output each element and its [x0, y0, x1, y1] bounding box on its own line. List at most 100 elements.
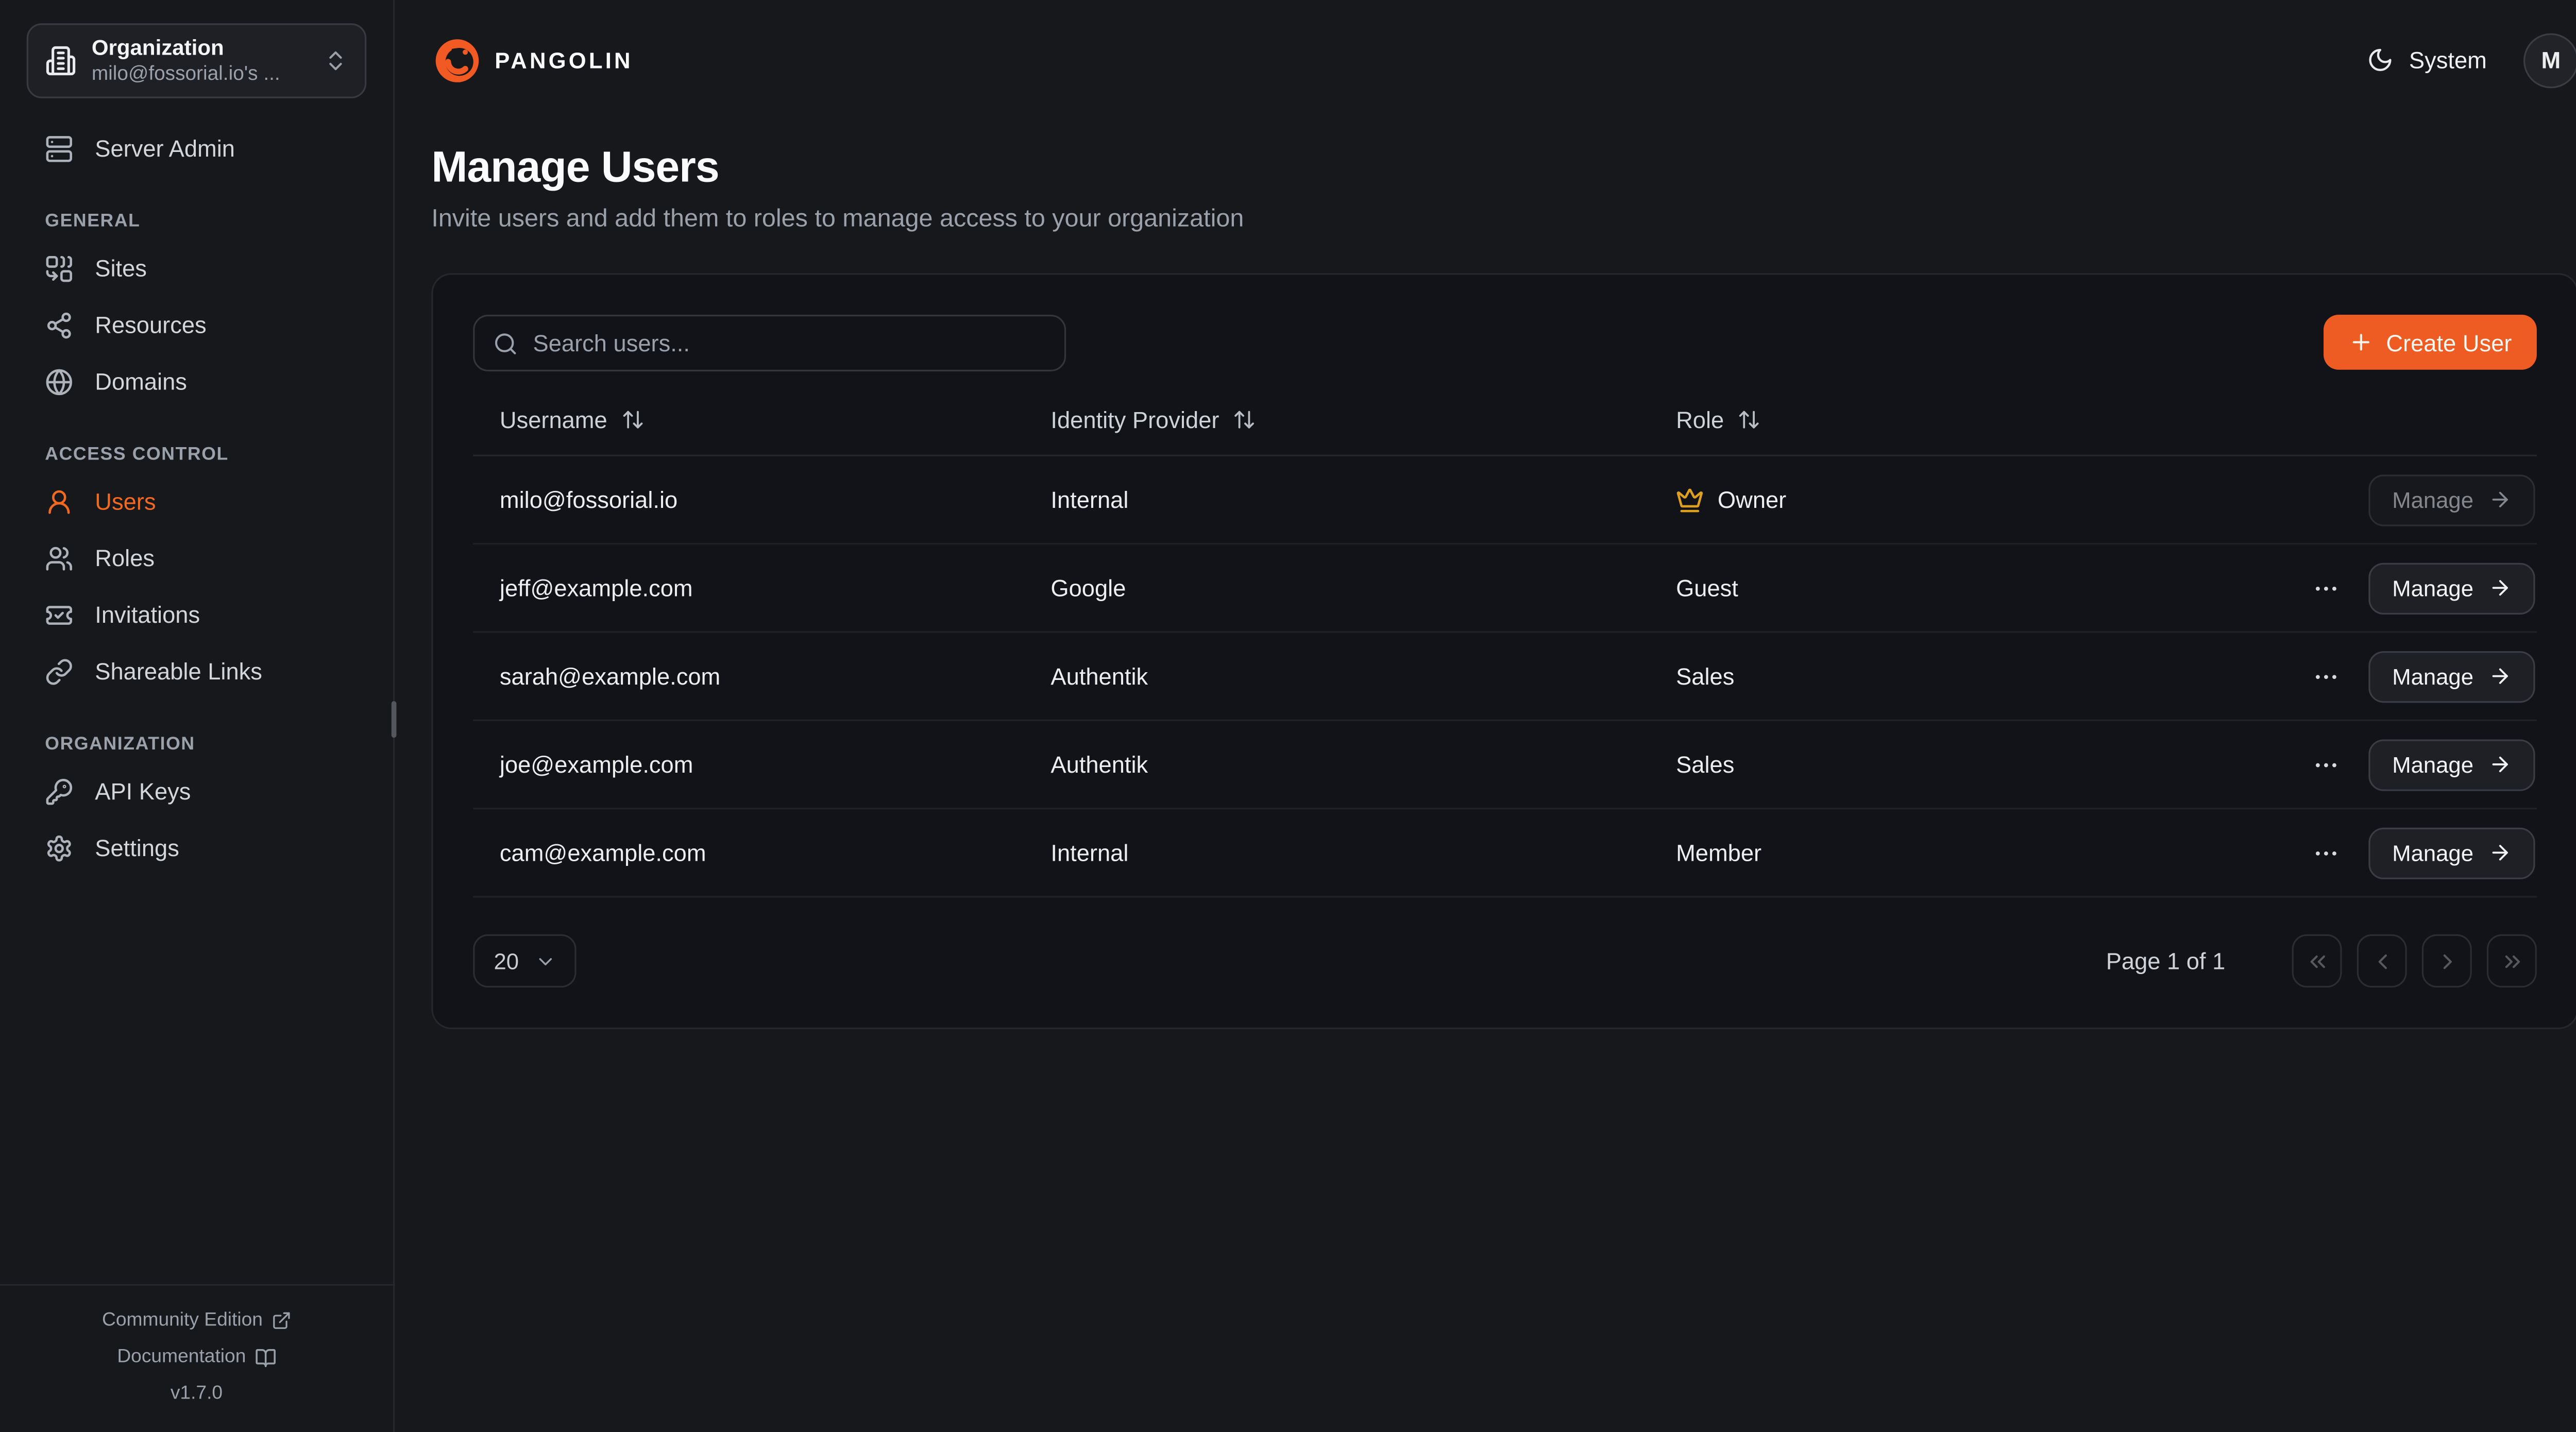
page-subtitle: Invite users and add them to roles to ma…: [431, 205, 2576, 233]
sidebar-nav: Server Admin GENERAL Sites Resources Do: [0, 105, 393, 884]
manage-button[interactable]: Manage: [2369, 739, 2535, 790]
row-actions-menu-button[interactable]: [2309, 835, 2344, 870]
sidebar-item-invitations[interactable]: Invitations: [0, 594, 393, 635]
sort-icon: [1232, 408, 1256, 431]
sidebar-item-label: Server Admin: [95, 135, 235, 162]
sidebar-item-api-keys[interactable]: API Keys: [0, 771, 393, 811]
users-card: Create User Username Identity Provider: [431, 273, 2576, 1029]
users-icon: [45, 544, 73, 572]
manage-button[interactable]: Manage: [2369, 650, 2535, 702]
server-icon: [45, 134, 73, 162]
community-edition-link[interactable]: Community Edition: [0, 1302, 393, 1339]
cell-role: Owner: [1649, 485, 2297, 514]
crown-icon: [1676, 485, 1704, 514]
create-user-label: Create User: [2386, 329, 2512, 356]
sidebar-item-label: Invitations: [95, 601, 200, 628]
column-header-username[interactable]: Username: [473, 406, 1024, 433]
org-selector[interactable]: Organization milo@fossorial.io's ...: [27, 23, 367, 98]
plus-icon: [2348, 330, 2372, 354]
sidebar-item-label: Roles: [95, 544, 155, 571]
cell-username: sarah@example.com: [473, 663, 1024, 690]
search-icon: [493, 331, 518, 355]
sidebar: Organization milo@fossorial.io's ... Ser…: [0, 0, 395, 1432]
sidebar-item-resources[interactable]: Resources: [0, 305, 393, 345]
cell-identity-provider: Internal: [1024, 839, 1650, 866]
create-user-button[interactable]: Create User: [2323, 315, 2537, 370]
row-actions-menu-button[interactable]: [2309, 570, 2344, 605]
search-input[interactable]: [533, 330, 1046, 356]
cell-identity-provider: Google: [1024, 574, 1650, 601]
sidebar-resize-handle[interactable]: [392, 701, 397, 738]
search-box: [473, 315, 1066, 371]
sidebar-item-shareable-links[interactable]: Shareable Links: [0, 651, 393, 691]
cell-role: Member: [1649, 839, 2297, 866]
page-size-value: 20: [494, 948, 519, 973]
cell-role: Sales: [1649, 663, 2297, 690]
version-label: v1.7.0: [171, 1375, 223, 1412]
sidebar-item-label: API Keys: [95, 778, 191, 805]
column-header-identity-provider[interactable]: Identity Provider: [1024, 406, 1650, 433]
documentation-label: Documentation: [117, 1339, 246, 1375]
documentation-link[interactable]: Documentation: [0, 1339, 393, 1375]
cell-role: Sales: [1649, 751, 2297, 778]
theme-label: System: [2409, 47, 2487, 74]
manage-button[interactable]: Manage: [2369, 827, 2535, 878]
brand-name: PANGOLIN: [495, 47, 633, 72]
topbar: PANGOLIN System M: [431, 0, 2576, 120]
column-header-role[interactable]: Role: [1649, 406, 2297, 433]
table-row: jeff@example.com Google Guest Manage: [473, 544, 2537, 633]
users-toolbar: Create User: [473, 315, 2537, 371]
last-page-button[interactable]: [2487, 934, 2537, 987]
cell-username: milo@fossorial.io: [473, 486, 1024, 513]
table-row: milo@fossorial.io Internal Owner Manage: [473, 456, 2537, 544]
sidebar-item-sites[interactable]: Sites: [0, 248, 393, 288]
org-selector-label: Organization: [92, 35, 308, 62]
section-label-organization: ORGANIZATION: [0, 735, 393, 755]
sidebar-item-domains[interactable]: Domains: [0, 362, 393, 402]
sort-icon: [1737, 408, 1760, 431]
theme-toggle[interactable]: System: [2367, 47, 2487, 74]
arrow-right-icon: [2488, 576, 2512, 600]
chevron-down-icon: [534, 950, 555, 971]
table-row: sarah@example.com Authentik Sales Manage: [473, 633, 2537, 721]
row-actions-menu-button[interactable]: [2309, 659, 2344, 694]
pagination: 20 Page 1 of 1: [473, 934, 2537, 987]
ticket-check-icon: [45, 600, 73, 628]
sidebar-item-users[interactable]: Users: [0, 481, 393, 521]
page-size-select[interactable]: 20: [473, 934, 576, 987]
previous-page-button[interactable]: [2357, 934, 2407, 987]
cell-role: Guest: [1649, 574, 2297, 601]
arrow-right-icon: [2488, 841, 2512, 864]
user-icon: [45, 487, 73, 516]
first-page-button[interactable]: [2292, 934, 2342, 987]
section-label-access-control: ACCESS CONTROL: [0, 445, 393, 465]
next-page-button[interactable]: [2422, 934, 2472, 987]
cell-identity-provider: Authentik: [1024, 751, 1650, 778]
moon-icon: [2367, 47, 2394, 74]
building-icon: [45, 45, 76, 76]
sidebar-item-server-admin[interactable]: Server Admin: [0, 128, 393, 168]
globe-icon: [45, 367, 73, 396]
org-selector-value: milo@fossorial.io's ...: [92, 62, 308, 87]
manage-button[interactable]: Manage: [2369, 562, 2535, 613]
key-icon: [45, 777, 73, 805]
avatar-initial: M: [2541, 47, 2561, 74]
sidebar-item-roles[interactable]: Roles: [0, 538, 393, 578]
community-edition-label: Community Edition: [102, 1302, 263, 1339]
sidebar-item-label: Shareable Links: [95, 658, 262, 685]
cell-username: cam@example.com: [473, 839, 1024, 866]
arrow-right-icon: [2488, 488, 2512, 511]
sort-icon: [621, 408, 644, 431]
share-nodes-icon: [45, 311, 73, 339]
sidebar-item-settings[interactable]: Settings: [0, 828, 393, 868]
row-actions-menu-button[interactable]: [2309, 747, 2344, 782]
sidebar-item-label: Domains: [95, 368, 187, 395]
sidebar-item-label: Sites: [95, 255, 147, 282]
external-link-icon: [271, 1310, 291, 1331]
pangolin-logo-icon: [431, 34, 483, 86]
gear-icon: [45, 833, 73, 862]
arrow-right-icon: [2488, 664, 2512, 688]
chevrons-up-down-icon: [323, 48, 348, 73]
cell-identity-provider: Internal: [1024, 486, 1650, 513]
user-avatar[interactable]: M: [2523, 32, 2576, 88]
